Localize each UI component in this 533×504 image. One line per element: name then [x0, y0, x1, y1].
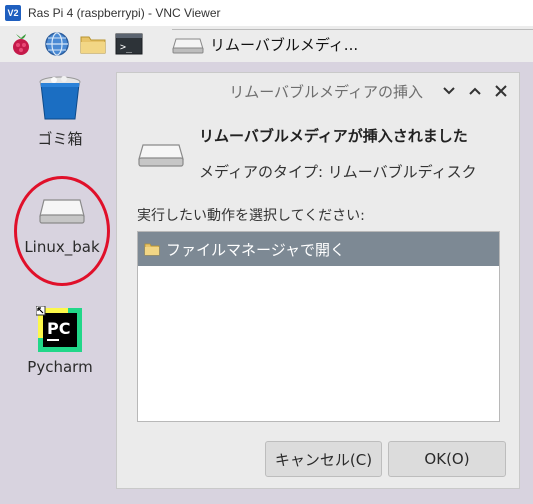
raspberry-menu-icon[interactable] — [6, 29, 36, 59]
window-title: Ras Pi 4 (raspberrypi) - VNC Viewer — [28, 6, 221, 20]
folder-icon — [144, 243, 160, 256]
taskbar-window-button[interactable]: リムーバブルメディ... — [172, 29, 533, 59]
action-prompt: 実行したい動作を選択してください: — [137, 208, 365, 224]
web-browser-icon[interactable] — [42, 29, 72, 59]
taskbar: >_ リムーバブルメディ... — [0, 26, 533, 62]
action-list: ファイルマネージャで開く — [137, 231, 500, 422]
trash-icon — [39, 76, 81, 120]
maximize-icon[interactable] — [465, 81, 485, 101]
desktop-pycharm[interactable]: PC Pycharm — [12, 306, 108, 376]
terminal-icon[interactable]: >_ — [114, 29, 144, 59]
desktop-trash[interactable]: ゴミ箱 — [12, 74, 108, 149]
removable-media-dialog: リムーバブルメディアの挿入 リムーバブルメディアが挿入されました メディアのタイ… — [116, 72, 520, 489]
pycharm-logo-text: PC — [47, 319, 70, 338]
media-type-text: メディアのタイプ: リムーバブルディスク — [199, 163, 477, 181]
action-item-open-file-manager[interactable]: ファイルマネージャで開く — [138, 232, 499, 266]
desktop-pycharm-label: Pycharm — [27, 358, 93, 376]
action-item-label: ファイルマネージャで開く — [166, 240, 345, 259]
minimize-icon[interactable] — [439, 81, 459, 101]
desktop-trash-label: ゴミ箱 — [37, 130, 83, 148]
removable-drive-icon — [172, 38, 204, 53]
removable-drive-icon — [138, 144, 184, 167]
svg-text:>_: >_ — [120, 42, 133, 53]
annotation-circle — [14, 176, 110, 286]
vnc-logo-icon: V2 — [5, 5, 21, 21]
close-icon[interactable] — [491, 81, 511, 101]
file-manager-icon[interactable] — [78, 29, 108, 59]
dialog-titlebar: リムーバブルメディアの挿入 — [117, 73, 519, 109]
cancel-button[interactable]: キャンセル(C) — [265, 441, 382, 477]
vnc-titlebar: V2 Ras Pi 4 (raspberrypi) - VNC Viewer — [0, 0, 533, 26]
pycharm-icon: PC — [36, 306, 82, 352]
taskbar-window-label: リムーバブルメディ... — [210, 36, 359, 54]
dialog-title: リムーバブルメディアの挿入 — [229, 82, 423, 101]
ok-button[interactable]: OK(O) — [388, 441, 506, 477]
